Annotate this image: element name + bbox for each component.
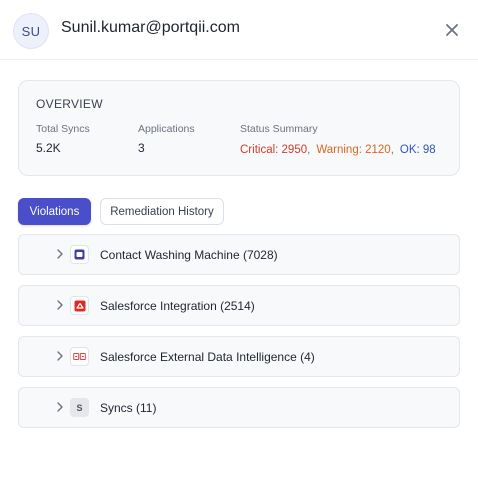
overview-card: OVERVIEW Total Syncs 5.2K Applications 3… [18, 80, 460, 176]
app-row-salesforce-external-data-intelligence[interactable]: Salesforce External Data Intelligence (4… [18, 336, 460, 377]
chevron-right-icon[interactable] [53, 298, 67, 312]
data-intelligence-icon [70, 347, 89, 366]
total-syncs-value: 5.2K [36, 141, 61, 155]
chevron-right-icon[interactable] [53, 349, 67, 363]
app-row-salesforce-integration[interactable]: Salesforce Integration (2514) [18, 285, 460, 326]
warning-count: Warning: 2120 [316, 144, 391, 156]
chevron-right-icon[interactable] [53, 400, 67, 414]
applications-value: 3 [138, 141, 145, 155]
row-label: Contact Washing Machine (7028) [100, 248, 278, 262]
ok-count: OK: 98 [399, 144, 436, 156]
tab-violations[interactable]: Violations [18, 198, 91, 225]
total-syncs-label: Total Syncs [36, 123, 90, 135]
overview-title: OVERVIEW [36, 97, 103, 111]
salesforce-integration-icon [70, 296, 89, 315]
row-label: Syncs (11) [100, 401, 157, 415]
app-row-syncs[interactable]: S Syncs (11) [18, 387, 460, 428]
close-button[interactable] [441, 19, 463, 41]
syncs-icon: S [70, 398, 89, 417]
user-email: Sunil.kumar@portqii.com [61, 19, 240, 36]
status-summary-value: Critical: 2950, Warning: 2120, OK: 98 [240, 144, 436, 156]
chevron-right-icon[interactable] [53, 247, 67, 261]
applications-label: Applications [138, 123, 195, 135]
panel-header: SU Sunil.kumar@portqii.com [0, 0, 478, 60]
separator: , [390, 144, 394, 156]
app-row-contact-washing-machine[interactable]: Contact Washing Machine (7028) [18, 234, 460, 275]
row-label: Salesforce External Data Intelligence (4… [100, 350, 315, 364]
close-icon [446, 24, 458, 36]
critical-count: Critical: 2950 [240, 144, 308, 156]
status-summary-label: Status Summary [240, 123, 318, 135]
row-label: Salesforce Integration (2514) [100, 299, 255, 313]
separator: , [307, 144, 311, 156]
avatar: SU [13, 13, 49, 49]
tab-remediation-history[interactable]: Remediation History [100, 198, 224, 225]
washing-machine-icon [70, 245, 89, 264]
